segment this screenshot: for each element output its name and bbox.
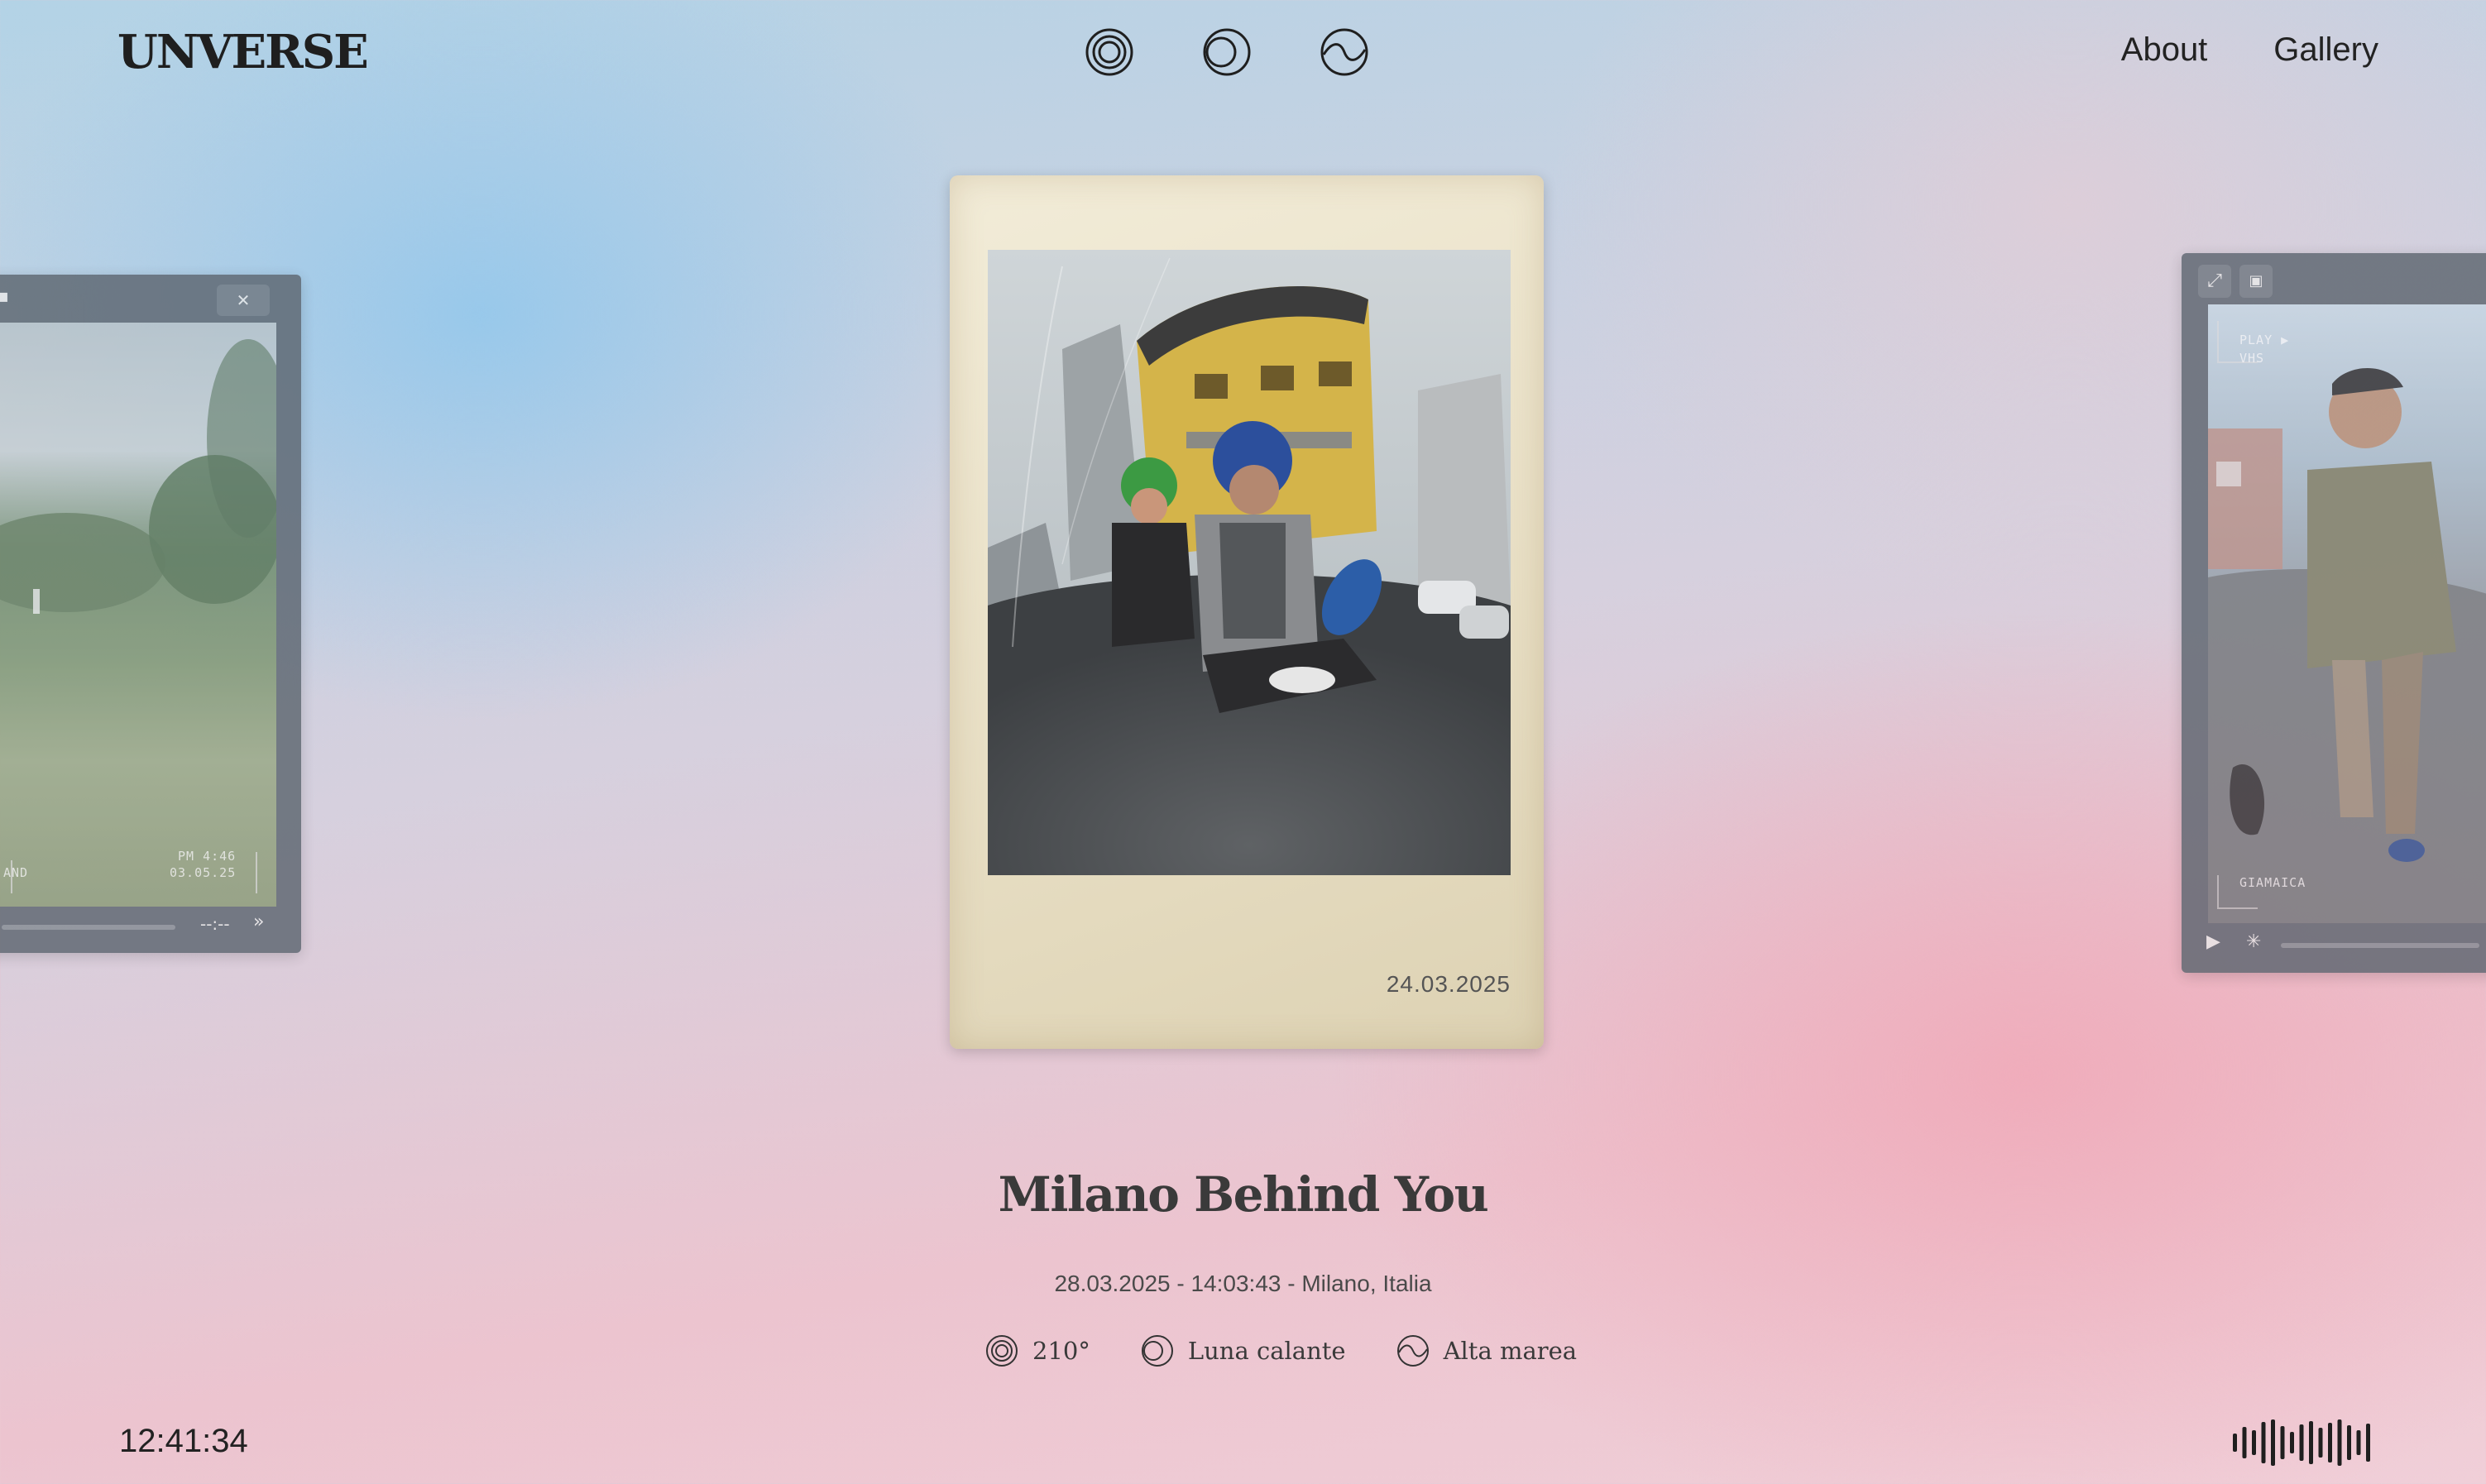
featured-tags: 210° Luna calante Alta marea — [984, 1333, 1577, 1368]
polaroid-date: 24.03.2025 — [1386, 971, 1511, 997]
tag-sun: 210° — [984, 1333, 1090, 1368]
vhs-play-stamp: PLAY ▶ — [2239, 333, 2290, 347]
pip-icon[interactable]: ▪ — [0, 286, 9, 307]
top-icon-bar — [1084, 26, 1370, 78]
sound-wave-bar — [2280, 1426, 2285, 1459]
sound-wave-bar — [2347, 1425, 2351, 1460]
moon-phase-icon[interactable] — [1201, 26, 1253, 78]
mute-icon[interactable]: ✕ — [217, 285, 270, 316]
tag-moon-label: Luna calante — [1187, 1337, 1346, 1365]
progress-bar[interactable] — [2, 925, 175, 930]
nav-about-link[interactable]: About — [2121, 31, 2208, 69]
tag-tide-label: Alta marea — [1443, 1337, 1578, 1365]
featured-meta: 28.03.2025 - 14:03:43 - Milano, Italia — [1054, 1271, 1432, 1296]
vhs-place-stamp: GIAMAICA — [2239, 875, 2306, 890]
sun-rings-icon — [986, 1335, 1018, 1367]
sound-wave-bar — [2309, 1421, 2313, 1464]
sun-rings-icon[interactable] — [1084, 26, 1135, 78]
sound-wave-bar — [2261, 1422, 2266, 1463]
sound-wave-bar — [2337, 1419, 2342, 1466]
video-frame-park: PM 4:46 03.05.25 AND — [0, 323, 276, 907]
tide-wave-icon — [1396, 1335, 1429, 1367]
progress-bar[interactable] — [2281, 943, 2479, 948]
sound-wave-icon[interactable] — [2230, 1418, 2378, 1467]
park-scene-image — [0, 339, 276, 893]
time-display: --:-- — [200, 914, 230, 934]
main-nav: About Gallery — [2121, 31, 2378, 69]
sound-wave-bar — [2290, 1432, 2294, 1453]
site-logo[interactable]: UNVERSE — [117, 25, 369, 79]
sound-wave-bar — [2318, 1428, 2323, 1458]
live-clock: 12:41:34 — [119, 1423, 248, 1459]
milano-street-photo — [988, 250, 1511, 875]
vhs-place-stamp: AND — [3, 865, 29, 880]
expand-icon[interactable]: ⤢ — [2198, 265, 2231, 298]
sound-wave-bar — [2299, 1424, 2304, 1461]
featured-polaroid[interactable]: 24.03.2025 — [950, 175, 1544, 1049]
pip-icon[interactable]: ▣ — [2239, 265, 2273, 298]
polaroid-photo — [988, 250, 1511, 875]
vhs-date-stamp: 03.05.25 — [170, 865, 237, 880]
sound-wave-bar — [2328, 1423, 2332, 1462]
fast-forward-icon[interactable]: » — [253, 912, 264, 932]
walker-scene-image — [2208, 321, 2486, 923]
sound-wave-bar — [2242, 1427, 2247, 1458]
tag-moon: Luna calante — [1140, 1333, 1346, 1368]
sound-wave-bar — [2233, 1434, 2237, 1452]
vhs-format-stamp: VHS — [2239, 351, 2265, 366]
video-player-right[interactable]: ⤢ ▣ PLAY ▶ VHS GIAMAICA PM 04 ▶ ✳ — [2182, 253, 2486, 973]
sound-wave-bar — [2366, 1424, 2370, 1462]
sound-wave-bar — [2271, 1419, 2275, 1466]
loading-icon: ✳ — [2246, 931, 2262, 952]
video-frame-walker: PLAY ▶ VHS GIAMAICA PM 04 — [2208, 304, 2486, 923]
tide-wave-icon[interactable] — [1319, 26, 1370, 78]
sound-wave-bar — [2252, 1430, 2256, 1455]
play-icon[interactable]: ▶ — [2206, 931, 2220, 952]
video-player-left[interactable]: ▪ ✕ PM 4:46 03.05.25 AND --:-- » — [0, 275, 301, 953]
vhs-time-stamp: PM 4:46 — [178, 849, 237, 864]
sound-wave-bar — [2356, 1430, 2361, 1455]
moon-phase-icon — [1141, 1335, 1173, 1367]
nav-gallery-link[interactable]: Gallery — [2273, 31, 2378, 69]
tag-sun-label: 210° — [1032, 1337, 1090, 1365]
tag-tide: Alta marea — [1396, 1333, 1577, 1368]
featured-title: Milano Behind You — [998, 1166, 1489, 1223]
